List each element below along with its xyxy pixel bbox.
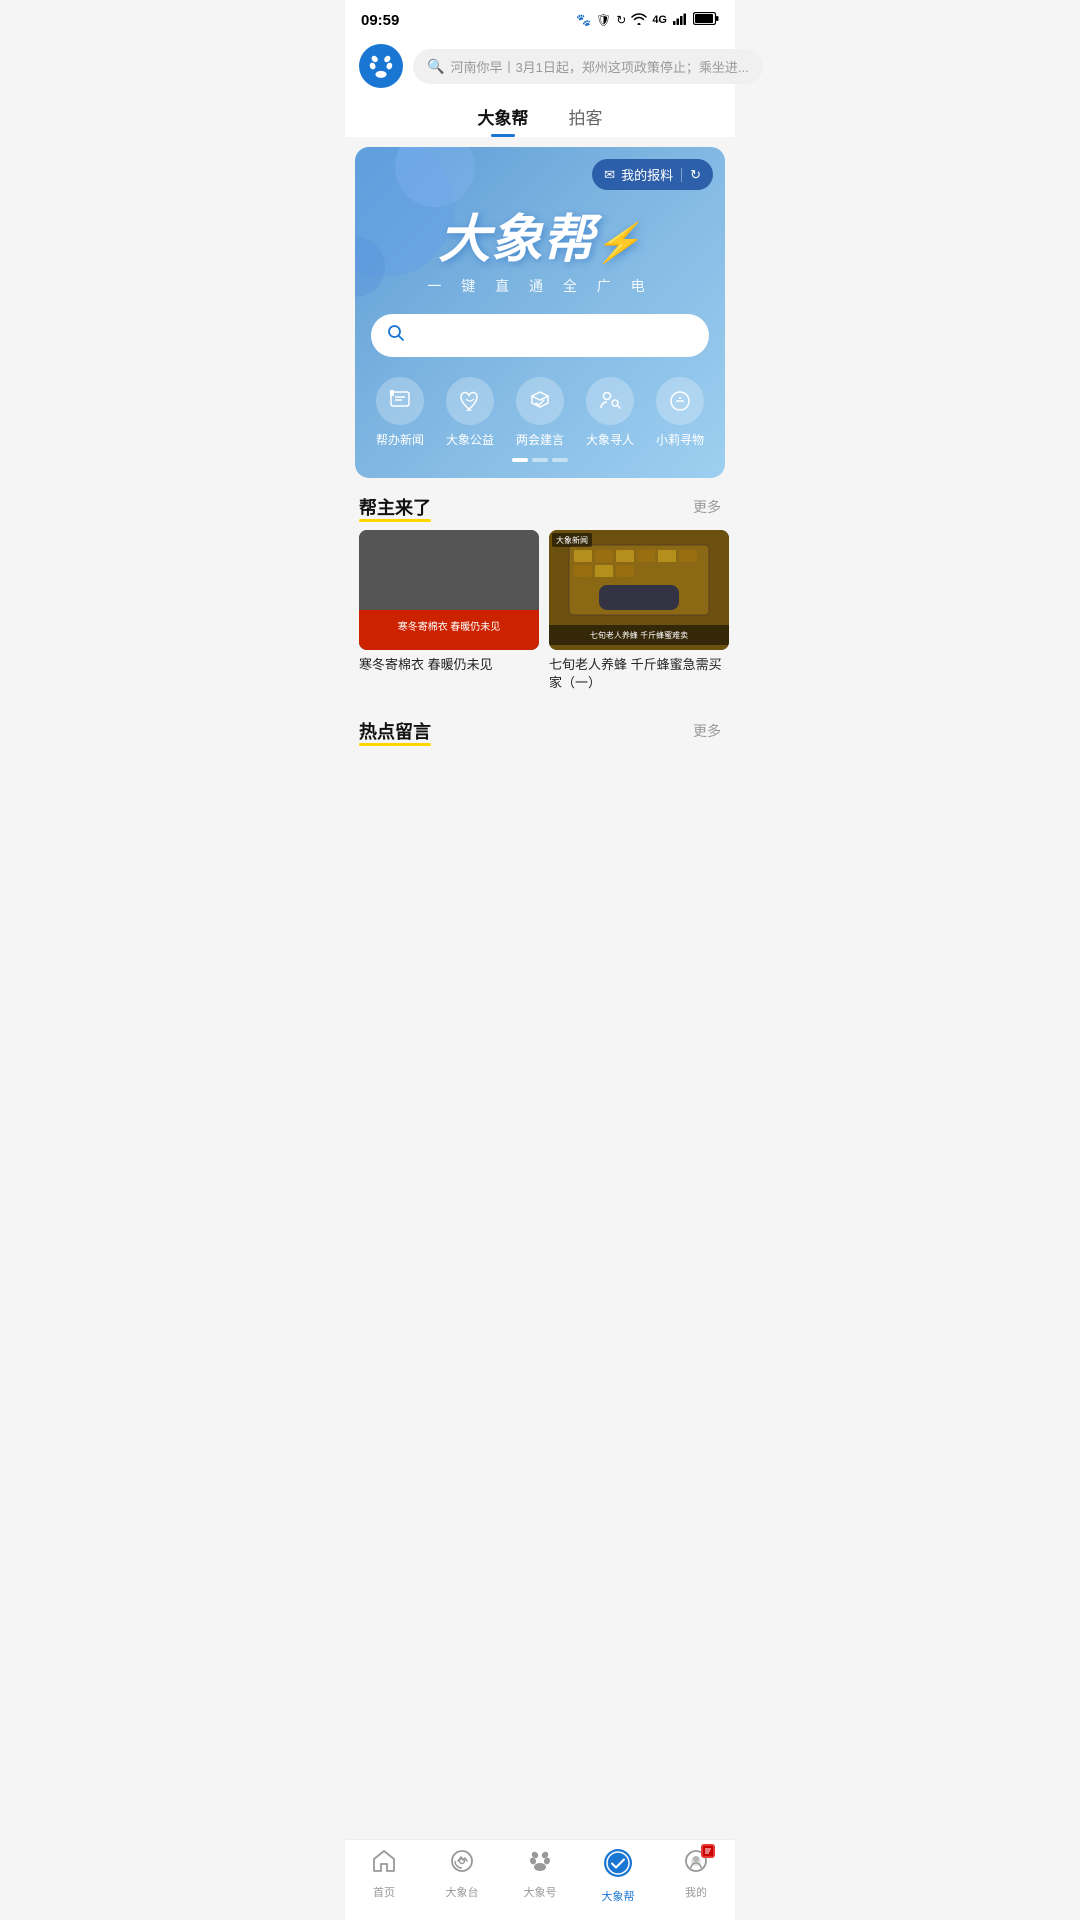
search-icon: 🔍 <box>427 58 444 75</box>
nav-home[interactable]: 首页 <box>354 1848 414 1904</box>
dot-3 <box>552 458 568 462</box>
xunwu-icon <box>656 377 704 425</box>
tabs-bar: 大象帮 拍客 <box>345 96 735 137</box>
4g-icon: 4G <box>652 14 667 26</box>
mine-badge <box>701 1844 715 1858</box>
dot-2 <box>532 458 548 462</box>
nav-daxiangbang[interactable]: 大象帮 <box>588 1848 648 1904</box>
signal-icon: ↻ <box>616 13 626 27</box>
header: 🔍 河南你早丨3月1日起，郑州这项政策停止；乘坐进... <box>345 36 735 96</box>
search-bar[interactable]: 🔍 河南你早丨3月1日起，郑州这项政策停止；乘坐进... <box>413 49 763 84</box>
quick-item-xunren[interactable]: 大象寻人 <box>586 377 634 448</box>
hot-comments-area <box>345 754 735 814</box>
svg-text:寒冬寄棉衣 春暖仍未见: 寒冬寄棉衣 春暖仍未见 <box>403 623 496 634</box>
card-2-title: 七旬老人养蜂 千斤蜂蜜急需买家（一） <box>549 656 729 692</box>
search-placeholder-text: 河南你早丨3月1日起，郑州这项政策停止；乘坐进... <box>450 57 748 76</box>
banner-search[interactable] <box>371 314 709 357</box>
paw-icon: 🐾 <box>576 13 591 27</box>
home-icon <box>371 1848 397 1881</box>
nav-daxianghao-label: 大象号 <box>524 1884 557 1900</box>
hotcomment-section-header: 热点留言 更多 <box>345 702 735 754</box>
banner-main-title: 大象帮⚡ <box>438 197 641 272</box>
battery-icon <box>693 12 719 28</box>
xunwu-label: 小莉寻物 <box>656 431 704 448</box>
svg-text:七旬老人养蜂 千斤蜂蜜难卖: 七旬老人养蜂 千斤蜂蜜难卖 <box>590 630 688 640</box>
banner: ✉ 我的报料 ↻ 大象帮⚡ 一 键 直 通 全 广 电 <box>355 147 725 478</box>
nav-mine[interactable]: 我的 <box>666 1848 726 1904</box>
bangban-icon <box>376 377 424 425</box>
card-2-image: 大象新闻 七旬老人养蜂 千斤蜂蜜难卖 <box>549 530 729 650</box>
quick-item-gongyi[interactable]: 大象公益 <box>446 377 494 448</box>
bangzhu-section-header: 帮主来了 更多 <box>345 478 735 530</box>
xunren-icon <box>586 377 634 425</box>
svg-text:大象新闻: 大象新闻 <box>556 535 588 545</box>
xunren-label: 大象寻人 <box>586 431 634 448</box>
hotcomment-more[interactable]: 更多 <box>693 721 721 741</box>
banner-subtitle: 一 键 直 通 全 广 电 <box>375 276 705 296</box>
tab-paike[interactable]: 拍客 <box>569 104 603 137</box>
bangzhu-more[interactable]: 更多 <box>693 497 721 517</box>
card-1-image: 寒冬寄棉衣 春暖仍未见 台州市台 <box>359 530 539 650</box>
lightning-icon: ⚡ <box>594 222 641 264</box>
lianghuijianyan-label: 两会建言 <box>516 431 564 448</box>
tab-daxiangbang[interactable]: 大象帮 <box>478 104 529 137</box>
bottom-nav: 首页 大象台 大象号 <box>345 1839 735 1920</box>
status-time: 09:59 <box>361 12 399 29</box>
gongyi-label: 大象公益 <box>446 431 494 448</box>
quick-item-bangban[interactable]: 帮办新闻 <box>376 377 424 448</box>
nav-home-label: 首页 <box>373 1884 395 1900</box>
hotcomment-title: 热点留言 <box>359 718 431 744</box>
signal-bars-icon <box>672 13 688 28</box>
banner-search-icon <box>387 324 405 347</box>
mine-icon <box>683 1848 709 1881</box>
daxianghao-icon <box>527 1848 553 1881</box>
quick-icons: 帮办新闻 大象公益 <box>355 367 725 452</box>
bangzhu-cards: 寒冬寄棉衣 春暖仍未见 台州市台 寒冬寄棉衣 春暖仍未见 <box>345 530 735 702</box>
dot-1 <box>512 458 528 462</box>
app-logo[interactable] <box>359 44 403 88</box>
status-icons: 🐾 🛡 ↻ 4G <box>576 12 719 28</box>
nav-daxiangtai[interactable]: 大象台 <box>432 1848 492 1904</box>
card-1-title: 寒冬寄棉衣 春暖仍未见 <box>359 656 539 674</box>
svg-text:台州市台: 台州市台 <box>366 535 398 545</box>
card-2[interactable]: 大象新闻 七旬老人养蜂 千斤蜂蜜难卖 七旬老人养蜂 千斤蜂蜜急需买家（一） <box>549 530 729 692</box>
nav-daxianghao[interactable]: 大象号 <box>510 1848 570 1904</box>
status-bar: 09:59 🐾 🛡 ↻ 4G <box>345 0 735 36</box>
lianghuijianyan-icon <box>516 377 564 425</box>
daxiangtai-icon <box>449 1848 475 1881</box>
my-report-button[interactable]: ✉ 我的报料 ↻ <box>592 159 713 190</box>
quick-item-lianghuijianyan[interactable]: 两会建言 <box>516 377 564 448</box>
wifi-icon <box>631 13 647 28</box>
card-1[interactable]: 寒冬寄棉衣 春暖仍未见 台州市台 寒冬寄棉衣 春暖仍未见 <box>359 530 539 692</box>
envelope-icon: ✉ <box>604 167 615 183</box>
refresh-icon: ↻ <box>690 167 701 183</box>
shield-icon: 🛡 <box>596 13 611 27</box>
nav-daxiangtai-label: 大象台 <box>446 1884 479 1900</box>
carousel-dots <box>355 452 725 468</box>
gongyi-icon <box>446 377 494 425</box>
report-label: 我的报料 <box>621 165 673 184</box>
nav-daxiangbang-label: 大象帮 <box>602 1888 635 1904</box>
daxiangbang-icon <box>603 1848 633 1885</box>
nav-mine-label: 我的 <box>685 1884 707 1900</box>
bangban-label: 帮办新闻 <box>376 431 424 448</box>
quick-item-xunwu[interactable]: 小莉寻物 <box>656 377 704 448</box>
bangzhu-title: 帮主来了 <box>359 494 431 520</box>
